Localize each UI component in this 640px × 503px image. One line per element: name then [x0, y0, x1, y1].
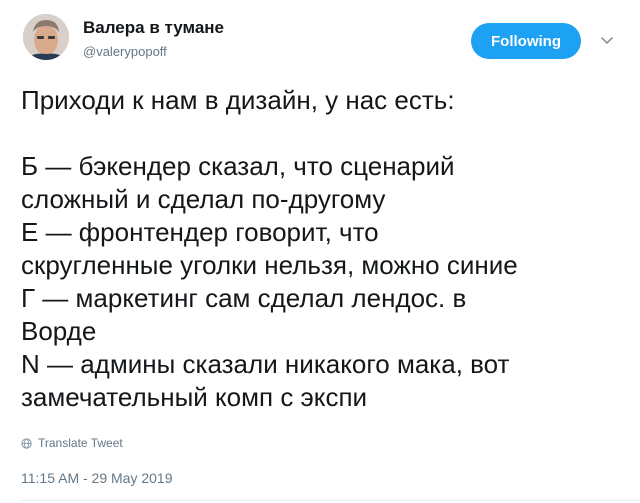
tweet-line: Приходи к нам в дизайн, у нас есть: — [21, 85, 455, 115]
divider — [21, 500, 640, 501]
tweet-card: Валера в тумане @valerypopoff Following … — [0, 0, 640, 503]
tweet-line: замечательный комп с экспи — [21, 382, 368, 412]
tweet-line-break — [21, 117, 631, 150]
chevron-down-icon[interactable] — [599, 33, 615, 49]
display-name[interactable]: Валера в тумане — [83, 18, 224, 38]
translate-tweet-link[interactable]: Translate Tweet — [21, 436, 123, 450]
tweet-line: скругленные уголки нельзя, можно синие — [21, 250, 518, 280]
tweet-line: Г — маркетинг сам сделал лендос. в — [21, 283, 467, 313]
tweet-line: сложный и сделал по-другому — [21, 184, 386, 214]
tweet-text: Приходи к нам в дизайн, у нас есть: Б — … — [21, 84, 631, 414]
globe-icon — [21, 437, 32, 449]
tweet-line: Ворде — [21, 316, 97, 346]
tweet-line: N — админы сказали никакого мака, вот — [21, 349, 510, 379]
tweet-line: Б — бэкендер сказал, что сценарий — [21, 151, 455, 181]
avatar[interactable] — [23, 14, 69, 60]
translate-label: Translate Tweet — [38, 436, 123, 450]
following-button[interactable]: Following — [471, 23, 581, 59]
handle[interactable]: @valerypopoff — [83, 44, 167, 59]
timestamp[interactable]: 11:15 AM - 29 May 2019 — [21, 470, 173, 486]
tweet-line: Е — фронтендер говорит, что — [21, 217, 379, 247]
